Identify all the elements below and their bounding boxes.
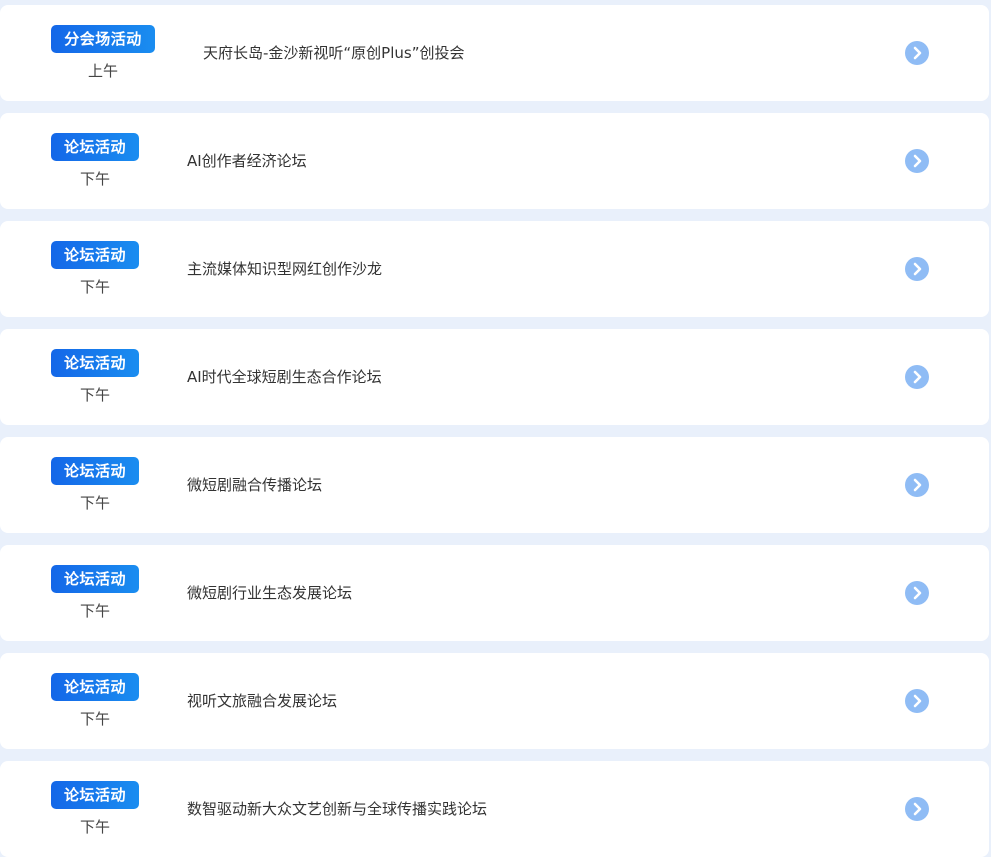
event-title[interactable]: 主流媒体知识型网红创作沙龙 [187,257,382,281]
event-time-label: 下午 [79,710,110,728]
event-type-badge: 论坛活动 [51,565,139,593]
event-time-label: 上午 [87,62,118,80]
chevron-right-circle-icon[interactable] [905,581,929,605]
event-card[interactable]: 分会场活动上午 天府长岛-金沙新视听“原创Plus”创投会 [0,5,989,101]
event-time-label: 下午 [79,386,110,404]
event-time-label: 下午 [79,278,110,296]
event-type-badge: 论坛活动 [51,457,139,485]
event-type-badge: 论坛活动 [51,241,139,269]
chevron-right-circle-icon[interactable] [905,689,929,713]
chevron-right-circle-icon[interactable] [905,797,929,821]
event-time-label: 下午 [79,602,110,620]
event-title[interactable]: 视听文旅融合发展论坛 [187,689,337,713]
chevron-right-circle-icon[interactable] [905,149,929,173]
event-title[interactable]: AI创作者经济论坛 [187,149,307,173]
event-time-label: 下午 [79,170,110,188]
event-title[interactable]: 微短剧行业生态发展论坛 [187,581,352,605]
event-title[interactable]: 数智驱动新大众文艺创新与全球传播实践论坛 [187,797,487,821]
event-list: 分会场活动 上午 天府长岛-金沙新视听“原创Plus”创投会 论坛活动 下午 AI创作者经… [0,0,991,857]
event-card[interactable]: 论坛活动下午 微短剧行业生态发展论坛 [0,545,989,641]
event-card[interactable]: 论坛活动下午 AI创作者经济论坛 [0,113,989,209]
event-type-badge: 论坛活动 [51,349,139,377]
chevron-right-circle-icon[interactable] [905,365,929,389]
event-type-badge: 论坛活动 [51,133,139,161]
event-title[interactable]: 天府长岛-金沙新视听“原创Plus”创投会 [203,41,465,65]
event-card[interactable]: 论坛活动下午 视听文旅融合发展论坛 [0,653,989,749]
chevron-right-circle-icon[interactable] [905,473,929,497]
event-time-label: 下午 [79,818,110,836]
event-card[interactable]: 论坛活动下午 主流媒体知识型网红创作沙龙 [0,221,989,317]
chevron-right-circle-icon[interactable] [905,41,929,65]
event-type-badge: 论坛活动 [51,781,139,809]
event-card[interactable]: 论坛活动下午 微短剧融合传播论坛 [0,437,989,533]
event-time-label: 下午 [79,494,110,512]
event-title[interactable]: 微短剧融合传播论坛 [187,473,322,497]
chevron-right-circle-icon[interactable] [905,257,929,281]
event-type-badge: 分会场活动 [51,25,155,53]
event-type-badge: 论坛活动 [51,673,139,701]
event-title[interactable]: AI时代全球短剧生态合作论坛 [187,365,382,389]
event-card[interactable]: 论坛活动下午 数智驱动新大众文艺创新与全球传播实践论坛 [0,761,989,857]
event-card[interactable]: 论坛活动下午 AI时代全球短剧生态合作论坛 [0,329,989,425]
